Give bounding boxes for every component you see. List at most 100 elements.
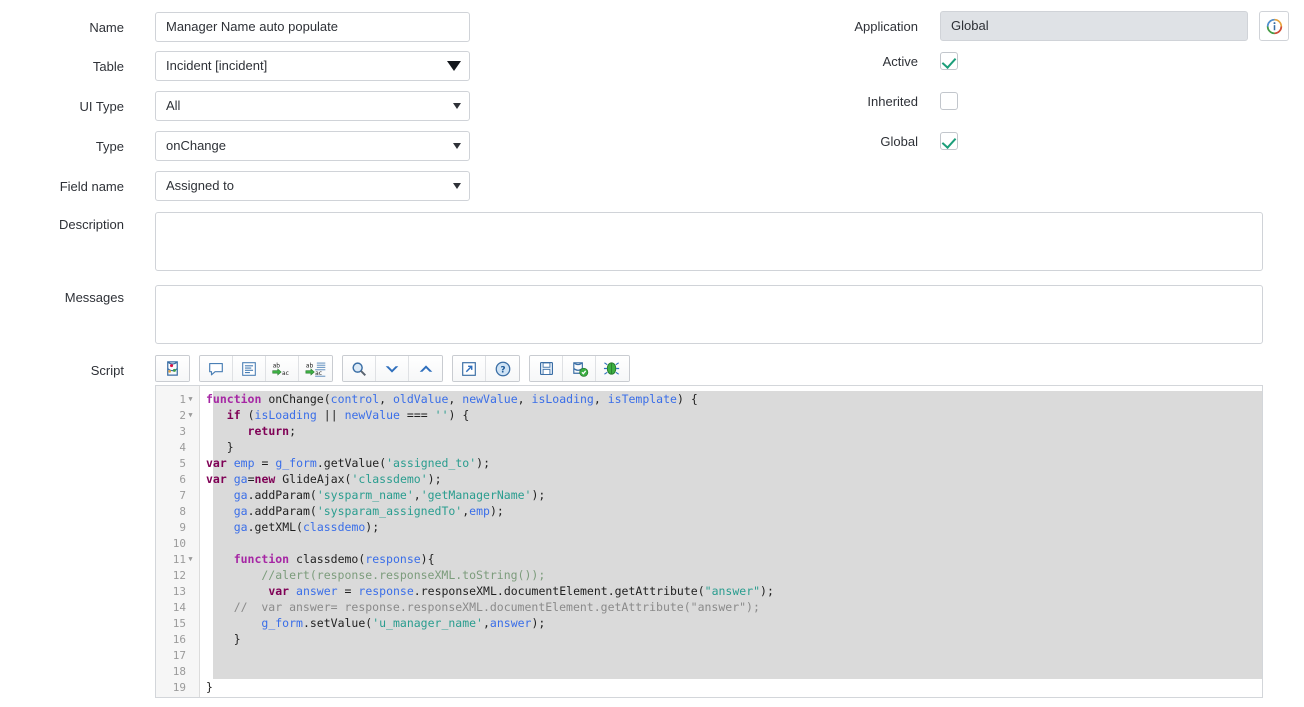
toolbar-group-3: ? xyxy=(452,355,520,382)
field-label-active: Active xyxy=(882,54,918,69)
field-label-name: Name xyxy=(89,20,124,35)
line-number: 4 xyxy=(179,440,186,454)
ui-type-select[interactable]: All xyxy=(155,91,470,121)
toolbar-group-0 xyxy=(155,355,190,382)
editor-code-area[interactable]: function onChange(control, oldValue, new… xyxy=(201,386,1262,697)
line-number: 13 xyxy=(172,584,186,598)
field-label-table: Table xyxy=(92,59,124,74)
format-code-icon xyxy=(240,360,258,378)
validate-script-button[interactable] xyxy=(563,356,596,381)
chevron-down-icon xyxy=(453,183,461,189)
code-line[interactable]: ga.addParam('sysparm_name','getManagerNa… xyxy=(201,487,1262,503)
search-button[interactable] xyxy=(343,356,376,381)
code-line[interactable]: } xyxy=(201,631,1262,647)
field-label-global: Global xyxy=(880,134,918,149)
code-line[interactable]: ga.getXML(classdemo); xyxy=(201,519,1262,535)
type-select[interactable]: onChange xyxy=(155,131,470,161)
field-label-type: Type xyxy=(95,139,124,154)
line-number: 6 xyxy=(179,472,186,486)
inherited-checkbox[interactable] xyxy=(940,92,958,110)
code-line[interactable] xyxy=(201,663,1262,679)
field-label-description: Description xyxy=(58,217,124,232)
info-circle-icon xyxy=(1266,18,1282,34)
field-row-description: Description xyxy=(0,212,1304,271)
field-label-application: Application xyxy=(854,19,918,34)
chevron-down-button[interactable] xyxy=(376,356,409,381)
svg-text:ab: ab xyxy=(273,363,281,369)
search-icon xyxy=(350,360,368,378)
code-line[interactable]: var ga=new GlideAjax('classdemo'); xyxy=(201,471,1262,487)
replace-all-button[interactable]: ab ac xyxy=(299,356,332,381)
replace-button[interactable]: ab ac xyxy=(266,356,299,381)
code-line[interactable]: g_form.setValue('u_manager_name',answer)… xyxy=(201,615,1262,631)
code-line[interactable]: //alert(response.responseXML.toString())… xyxy=(201,567,1262,583)
chevron-up-button[interactable] xyxy=(409,356,442,381)
comment-button[interactable] xyxy=(200,356,233,381)
editor-line-numbers: 1 ▼ 2 ▼ 3 4 5 6 7 8 9 10 11 ▼ 12 13 14 15 16 17 18 19 xyxy=(156,386,200,697)
code-line[interactable]: function classdemo(response){ xyxy=(201,551,1262,567)
debug-icon xyxy=(603,359,622,378)
line-number: 2 ▼ xyxy=(156,407,199,423)
fold-toggle-icon[interactable]: ▼ xyxy=(186,391,195,407)
field-row-table: Table Incident [incident] xyxy=(0,51,470,81)
field-row-name: Name Manager Name auto populate xyxy=(0,12,470,42)
chevron-down-icon xyxy=(453,143,461,149)
code-line[interactable] xyxy=(201,647,1262,663)
chevron-up-icon xyxy=(417,360,435,378)
line-number: 7 xyxy=(179,488,186,502)
application-input[interactable]: Global xyxy=(940,11,1248,41)
code-line[interactable]: var answer = response.responseXML.docume… xyxy=(201,583,1262,599)
field-row-inherited: Inherited xyxy=(790,92,1304,110)
svg-text:ac: ac xyxy=(282,370,289,376)
chevron-down-icon xyxy=(447,61,461,71)
code-line[interactable]: } xyxy=(201,679,1262,695)
field-row-ui-type: UI Type All xyxy=(0,91,470,121)
code-line[interactable]: ga.addParam('sysparam_assignedTo',emp); xyxy=(201,503,1262,519)
field-label-messages: Messages xyxy=(64,290,124,305)
fold-toggle-icon[interactable]: ▼ xyxy=(186,551,195,567)
application-info-button[interactable] xyxy=(1259,11,1289,41)
help-button[interactable]: ? xyxy=(486,356,519,381)
field-row-type: Type onChange xyxy=(0,131,470,161)
validate-script-icon xyxy=(570,359,589,378)
field-row-global: Global xyxy=(790,132,1304,150)
code-line[interactable]: return; xyxy=(201,423,1262,439)
line-number: 14 xyxy=(172,600,186,614)
save-icon xyxy=(538,360,555,377)
table-select[interactable]: Incident [incident] xyxy=(155,51,470,81)
line-number: 19 xyxy=(172,680,186,694)
line-number: 17 xyxy=(172,648,186,662)
active-checkbox[interactable] xyxy=(940,52,958,70)
messages-textarea[interactable] xyxy=(155,285,1263,344)
fullscreen-button[interactable] xyxy=(453,356,486,381)
line-number: 1 ▼ xyxy=(156,391,199,407)
format-code-button[interactable] xyxy=(233,356,266,381)
fullscreen-icon xyxy=(460,360,478,378)
field-row-application: Application Global xyxy=(790,11,1304,41)
global-checkbox[interactable] xyxy=(940,132,958,150)
field-label-ui-type: UI Type xyxy=(79,99,124,114)
debug-button[interactable] xyxy=(596,356,629,381)
code-line[interactable]: } xyxy=(201,439,1262,455)
chevron-down-icon xyxy=(383,360,401,378)
toolbar-group-4 xyxy=(529,355,630,382)
field-name-select-value: Assigned to xyxy=(166,178,234,193)
code-line[interactable]: if (isLoading || newValue === '') { xyxy=(201,407,1262,423)
syntax-editor-toggle-button[interactable] xyxy=(156,356,189,381)
name-input[interactable]: Manager Name auto populate xyxy=(155,12,470,42)
line-number: 10 xyxy=(172,536,186,550)
replace-all-icon: ab ac xyxy=(305,360,327,378)
field-label-field-name: Field name xyxy=(59,179,124,194)
code-line[interactable]: // var answer= response.responseXML.docu… xyxy=(201,599,1262,615)
script-editor[interactable]: 1 ▼ 2 ▼ 3 4 5 6 7 8 9 10 11 ▼ 12 13 14 15 16 17 18 19 functio… xyxy=(155,385,1263,698)
fold-toggle-icon[interactable]: ▼ xyxy=(186,407,195,423)
svg-text:?: ? xyxy=(500,365,505,375)
code-line[interactable]: function onChange(control, oldValue, new… xyxy=(201,391,1262,407)
table-select-value: Incident [incident] xyxy=(166,58,268,73)
field-label-script: Script xyxy=(90,363,124,378)
code-line[interactable] xyxy=(201,535,1262,551)
save-button[interactable] xyxy=(530,356,563,381)
field-name-select[interactable]: Assigned to xyxy=(155,171,470,201)
code-line[interactable]: var emp = g_form.getValue('assigned_to')… xyxy=(201,455,1262,471)
description-textarea[interactable] xyxy=(155,212,1263,271)
